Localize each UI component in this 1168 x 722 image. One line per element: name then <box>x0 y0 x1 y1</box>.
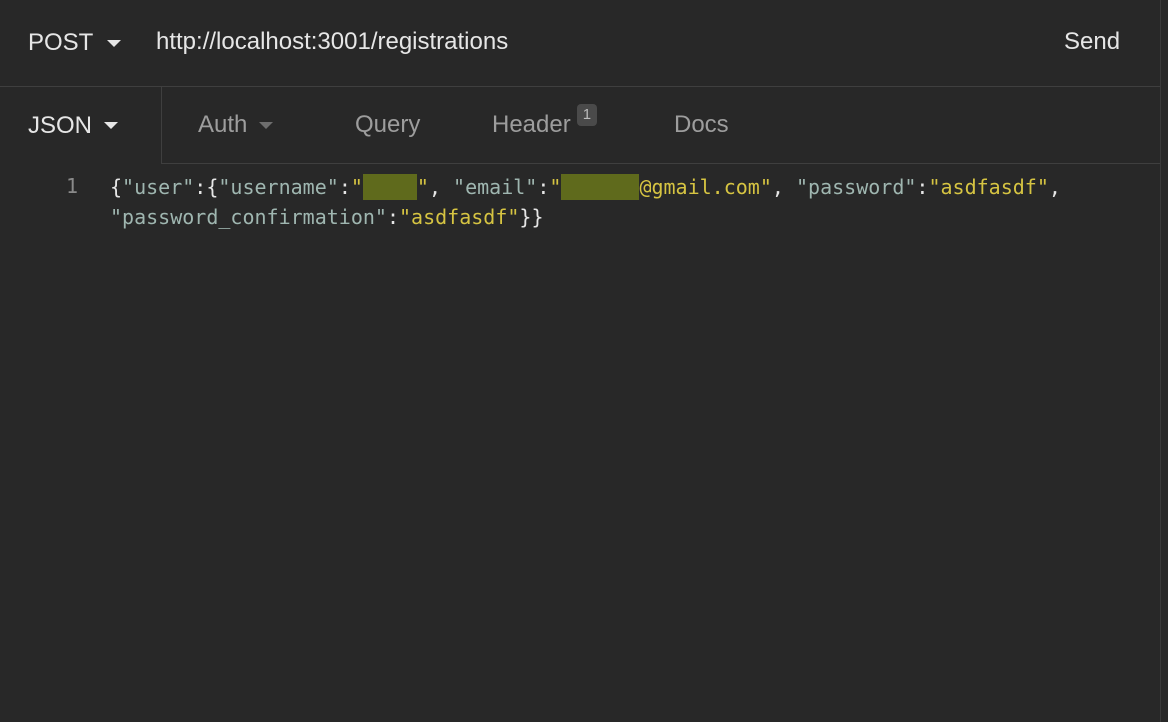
pane-divider <box>1160 0 1161 722</box>
tab-header-label: Header <box>492 111 571 138</box>
code-quote: " <box>549 175 562 199</box>
code-brace: }} <box>519 205 544 229</box>
code-punct: : <box>537 175 550 199</box>
tab-body-json[interactable]: JSON <box>0 87 162 164</box>
chevron-down-icon <box>107 39 122 47</box>
code-punct: , <box>771 175 796 199</box>
json-key-password: "password" <box>795 175 917 199</box>
send-button[interactable]: Send <box>1064 26 1120 58</box>
json-key-user: "user" <box>122 175 195 199</box>
json-value-password-confirmation: "asdfasdf" <box>399 205 520 229</box>
redacted-username: ████ <box>362 173 417 200</box>
tab-body-label: JSON <box>28 111 93 139</box>
header-count-badge: 1 <box>576 104 598 126</box>
code-brace: { <box>110 175 123 199</box>
code-quote: " <box>350 175 363 199</box>
tab-auth-label: Auth <box>198 111 248 138</box>
tab-docs-label: Docs <box>674 111 729 138</box>
code-punct: : <box>386 205 399 229</box>
tab-query-label: Query <box>355 111 421 138</box>
tab-query[interactable]: Query <box>355 87 420 163</box>
json-key-email: "email" <box>453 175 538 199</box>
chevron-down-icon <box>104 122 119 129</box>
method-label: POST <box>28 29 94 56</box>
code-punct: : <box>916 175 929 199</box>
code-line[interactable]: {"user":{"username":"████", "email":"███… <box>110 172 1150 232</box>
code-punct: , <box>1048 175 1061 199</box>
line-number: 1 <box>66 174 79 198</box>
code-quote: " <box>416 175 429 199</box>
json-value-password: "asdfasdf" <box>928 175 1049 199</box>
json-email-domain: @gmail.com" <box>639 175 772 199</box>
json-body-editor[interactable]: 1 {"user":{"username":"████", "email":"█… <box>0 164 1160 722</box>
method-dropdown[interactable]: POST <box>28 28 122 58</box>
request-pane: POST Send JSON Auth Query Header 1 Docs … <box>0 0 1168 722</box>
json-key-username: "username" <box>218 175 339 199</box>
tab-docs[interactable]: Docs <box>674 87 729 163</box>
code-punct: :{ <box>194 175 219 199</box>
request-tabs: JSON Auth Query Header 1 Docs <box>0 87 1160 164</box>
url-input[interactable] <box>156 24 1016 60</box>
code-punct: , <box>428 175 454 199</box>
redacted-email: ██████ <box>561 173 640 200</box>
tab-auth[interactable]: Auth <box>198 87 274 163</box>
url-bar: POST Send <box>0 0 1160 87</box>
chevron-down-icon <box>259 121 274 129</box>
json-key-password-confirmation: "password_confirmation" <box>110 205 387 229</box>
tab-header[interactable]: Header 1 <box>492 87 598 163</box>
code-punct: : <box>338 175 351 199</box>
